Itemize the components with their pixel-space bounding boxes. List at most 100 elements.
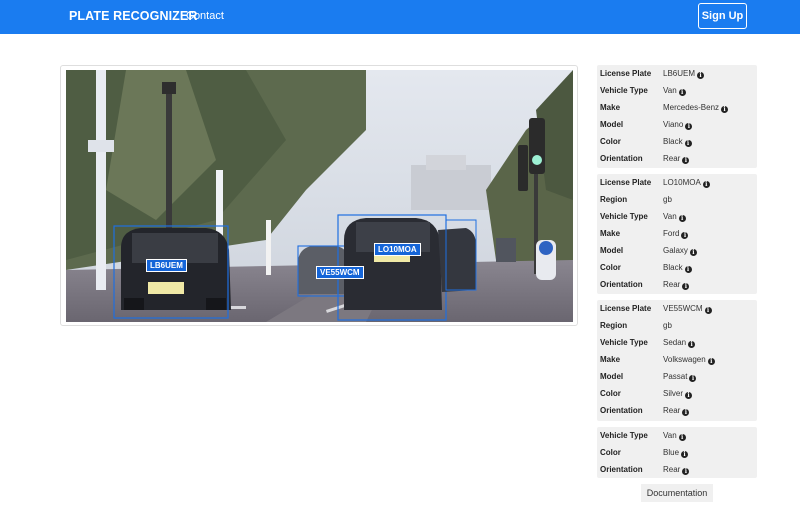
field-label: Model (600, 372, 624, 381)
field-label: Vehicle Type (600, 431, 648, 440)
field-label: Make (600, 355, 621, 364)
field-label: Color (600, 263, 621, 272)
field-label: Orientation (600, 154, 643, 163)
field-value: VE55WCM i (663, 304, 712, 314)
result-panel-4: Vehicle Type Van i Color Blue i Orientation R… (597, 427, 757, 478)
info-icon[interactable]: i (681, 450, 689, 458)
field-value: Galaxy i (663, 246, 697, 256)
info-icon[interactable]: i (689, 374, 697, 382)
field-value: Van i (663, 86, 686, 96)
field-label: Orientation (600, 280, 643, 289)
field-value: Black i (663, 137, 692, 147)
field-value: Rear i (663, 280, 690, 290)
field-value: Rear i (663, 154, 690, 164)
street-photo: LB6UEM VE55WCM LO10MOA (66, 70, 573, 322)
field-value: Rear i (663, 406, 690, 416)
field-value: LB6UEM i (663, 69, 705, 79)
field-label: Model (600, 246, 624, 255)
field-row: Make Volkswagen i (597, 351, 757, 368)
info-icon[interactable]: i (704, 306, 712, 314)
field-label: Color (600, 137, 621, 146)
field-row: License Plate LB6UEM i (597, 65, 757, 82)
brand-logo[interactable]: PLATE RECOGNIZER (69, 9, 197, 23)
field-label: Color (600, 448, 621, 457)
field-value: Van i (663, 212, 686, 222)
field-row: Color Blue i (597, 444, 757, 461)
field-label: Make (600, 229, 621, 238)
field-row: Vehicle Type Sedan i (597, 334, 757, 351)
field-row: Vehicle Type Van i (597, 427, 757, 444)
contact-link[interactable]: Contact (186, 10, 224, 22)
field-row: Orientation Rear i (597, 461, 757, 478)
field-label: Orientation (600, 406, 643, 415)
field-row: Orientation Rear i (597, 150, 757, 167)
field-label: Color (600, 389, 621, 398)
info-icon[interactable]: i (678, 214, 686, 222)
field-row: Model Viano i (597, 116, 757, 133)
info-icon[interactable]: i (689, 248, 697, 256)
field-row: Region gb (597, 317, 757, 334)
field-label: Region (600, 321, 628, 330)
field-value: Rear i (663, 465, 690, 475)
field-value: Van i (663, 431, 686, 441)
documentation-button[interactable]: Documentation (641, 484, 713, 502)
info-icon[interactable]: i (688, 340, 696, 348)
field-value: Silver i (663, 389, 693, 399)
field-row: Color Black i (597, 259, 757, 276)
plate-label: LB6UEM (146, 259, 187, 272)
field-value: Blue i (663, 448, 689, 458)
field-row: Make Mercedes-Benz i (597, 99, 757, 116)
field-row: Orientation Rear i (597, 276, 757, 293)
sign-up-button[interactable]: Sign Up (698, 3, 747, 29)
field-label: License Plate (600, 69, 652, 78)
field-value: Viano i (663, 120, 693, 130)
field-row: Vehicle Type Van i (597, 82, 757, 99)
field-row: Color Black i (597, 133, 757, 150)
field-value: gb (663, 321, 672, 330)
navbar: PLATE RECOGNIZER Contact Sign Up (0, 0, 800, 34)
field-row: License Plate LO10MOA i (597, 174, 757, 191)
field-value: Black i (663, 263, 692, 273)
info-icon[interactable]: i (682, 156, 690, 164)
field-label: Orientation (600, 465, 643, 474)
info-icon[interactable]: i (678, 433, 686, 441)
info-icon[interactable]: i (682, 408, 690, 416)
info-icon[interactable]: i (681, 231, 689, 239)
field-row: Color Silver i (597, 385, 757, 402)
field-label: Model (600, 120, 624, 129)
field-value: Ford i (663, 229, 689, 239)
field-label: License Plate (600, 304, 652, 313)
info-icon[interactable]: i (682, 467, 690, 475)
field-row: Region gb (597, 191, 757, 208)
info-icon[interactable]: i (682, 282, 690, 290)
result-panel-2: License Plate LO10MOA i Region gb Vehicle T… (597, 174, 757, 294)
info-icon[interactable]: i (707, 357, 715, 365)
info-icon[interactable]: i (684, 139, 692, 147)
field-label: License Plate (600, 178, 652, 187)
plate-label: VE55WCM (316, 266, 364, 279)
field-value: Sedan i (663, 338, 696, 348)
field-value: Mercedes-Benz i (663, 103, 729, 113)
field-label: Vehicle Type (600, 212, 648, 221)
info-icon[interactable]: i (721, 105, 729, 113)
field-label: Region (600, 195, 628, 204)
field-row: Orientation Rear i (597, 402, 757, 419)
field-value: Passat i (663, 372, 697, 382)
result-panel-1: License Plate LB6UEM i Vehicle Type Van i Ma… (597, 65, 757, 168)
field-row: Model Galaxy i (597, 242, 757, 259)
info-icon[interactable]: i (685, 122, 693, 130)
field-value: Volkswagen i (663, 355, 715, 365)
field-row: Make Ford i (597, 225, 757, 242)
field-value: gb (663, 195, 672, 204)
info-icon[interactable]: i (685, 391, 693, 399)
info-icon[interactable]: i (678, 88, 686, 96)
info-icon[interactable]: i (684, 265, 692, 273)
info-icon[interactable]: i (697, 71, 705, 79)
field-label: Make (600, 103, 621, 112)
field-row: Model Passat i (597, 368, 757, 385)
field-row: Vehicle Type Van i (597, 208, 757, 225)
info-icon[interactable]: i (702, 180, 710, 188)
image-card: LB6UEM VE55WCM LO10MOA (60, 65, 578, 326)
field-label: Vehicle Type (600, 86, 648, 95)
field-row: License Plate VE55WCM i (597, 300, 757, 317)
